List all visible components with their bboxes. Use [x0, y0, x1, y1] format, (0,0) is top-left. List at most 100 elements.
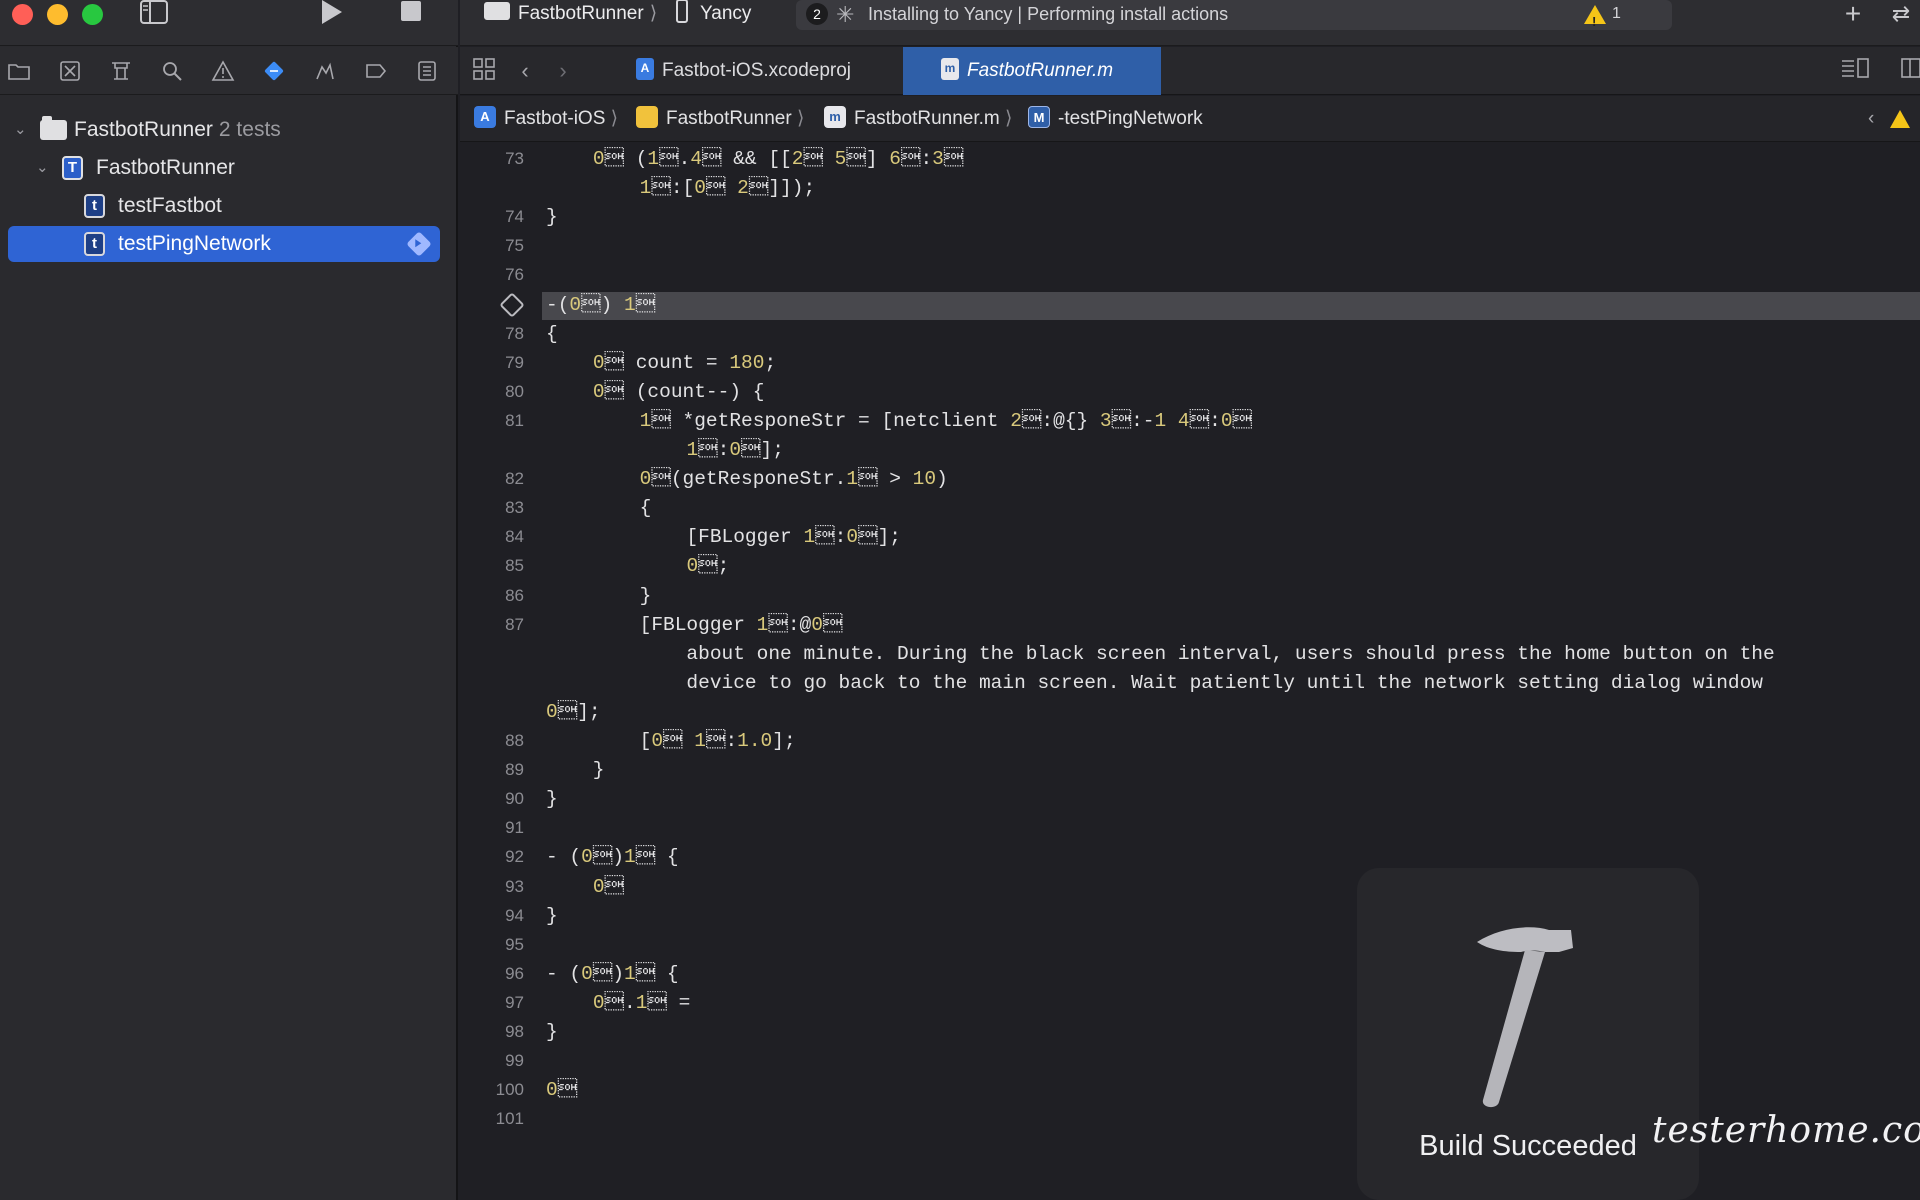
code-line[interactable]: } — [546, 905, 558, 927]
source-control-navigator-icon[interactable] — [55, 57, 85, 85]
folder-icon — [484, 1, 510, 20]
chevron-down-icon[interactable]: ⌄ — [14, 112, 27, 148]
tree-item-test-method[interactable]: t testFastbot — [8, 188, 440, 224]
debug-navigator-icon[interactable] — [310, 57, 340, 85]
code-line[interactable]: 1:0]; — [546, 439, 784, 461]
run-test-icon[interactable] — [406, 231, 432, 257]
related-items-icon[interactable] — [470, 57, 498, 88]
code-line[interactable]: 0]; — [546, 701, 601, 723]
previous-issue-icon[interactable]: ‹ — [1868, 96, 1874, 142]
breadcrumb-label: FastbotRunner.m — [854, 108, 1000, 129]
navigator-sidebar: ⌄ FastbotRunner 2 tests ⌄ T FastbotRunner… — [0, 0, 458, 1200]
line-number: 95 — [505, 934, 524, 954]
code-line[interactable]: about one minute. During the black scree… — [546, 643, 1774, 665]
code-line[interactable]: } — [546, 759, 605, 781]
code-review-icon[interactable]: ⇄ — [1884, 0, 1918, 28]
minimize-window-button[interactable] — [47, 4, 68, 25]
zoom-window-button[interactable] — [82, 4, 103, 25]
code-line[interactable]: } — [546, 788, 558, 810]
line-number: 88 — [505, 731, 524, 750]
code-line[interactable]: 1 *getResponeStr = [netclient 2:@{} 3… — [546, 410, 1252, 432]
scheme-selector[interactable]: FastbotRunner ⟩ — [484, 0, 657, 30]
line-number: 100 — [495, 1080, 524, 1100]
code-line[interactable]: } — [546, 206, 558, 228]
editor-options-icon[interactable] — [1838, 57, 1872, 86]
close-window-button[interactable] — [12, 4, 33, 25]
line-number: 75 — [505, 236, 524, 256]
code-line[interactable]: - (0)1 { — [546, 963, 679, 985]
warning-icon[interactable] — [1890, 96, 1910, 142]
code-line[interactable]: { — [546, 497, 652, 519]
add-icon[interactable]: + — [1838, 0, 1868, 28]
navigator-selector-bar — [0, 47, 458, 95]
code-line[interactable]: 0 — [546, 1079, 577, 1101]
breadcrumb-method[interactable]: M -testPingNetwork — [1028, 96, 1203, 142]
code-line[interactable]: [FBLogger 1:@0 — [546, 614, 843, 636]
code-line[interactable]: 0; — [546, 555, 729, 577]
tab-label: FastbotRunner.m — [967, 60, 1114, 81]
breadcrumb-project[interactable]: A Fastbot-iOS ⟩ — [474, 96, 618, 142]
breadcrumb-label: FastbotRunner — [666, 108, 792, 129]
tab-fastbotrunner-m[interactable]: m FastbotRunner.m — [903, 47, 1161, 95]
activity-viewer[interactable]: 2 ✳ Installing to Yancy | Performing ins… — [796, 0, 1672, 30]
watermark: testerhome.com — [1652, 1110, 1920, 1151]
m-file-icon: m — [941, 57, 959, 80]
window-titlebar-left — [0, 0, 458, 46]
source-editor[interactable]: 73 0 (1.4 && [[2 5] 6:3 1:[0 2… — [460, 148, 1920, 1200]
code-line[interactable]: -(0) 1 — [546, 294, 655, 316]
tree-item-test-class[interactable]: ⌄ T FastbotRunner — [8, 150, 440, 186]
find-navigator-icon[interactable] — [157, 57, 187, 85]
hammer-icon — [1477, 927, 1573, 1108]
code-line[interactable]: device to go back to the main screen. Wa… — [546, 672, 1763, 694]
issue-navigator-icon[interactable] — [208, 57, 238, 85]
code-line[interactable]: 0 (count--) { — [546, 381, 765, 403]
report-navigator-icon[interactable] — [412, 57, 442, 85]
folder-icon — [40, 116, 67, 140]
code-line[interactable]: - (0)1 { — [546, 846, 679, 868]
breadcrumb-file[interactable]: m FastbotRunner.m ⟩ — [824, 96, 1012, 142]
symbol-navigator-icon[interactable] — [106, 57, 136, 85]
forward-icon[interactable]: › — [552, 57, 574, 85]
test-diamond-icon[interactable] — [499, 291, 525, 318]
back-icon[interactable]: ‹ — [514, 57, 536, 85]
code-line[interactable]: 0 — [546, 876, 624, 898]
line-number: 80 — [505, 381, 524, 401]
line-number: 87 — [505, 614, 524, 634]
code-line[interactable]: 0 count = 180; — [546, 352, 776, 374]
code-line[interactable]: [FBLogger 1:0]; — [546, 526, 901, 548]
breakpoint-navigator-icon[interactable] — [361, 57, 391, 85]
line-number: 79 — [505, 352, 524, 372]
tab-xcodeproj[interactable]: A Fastbot-iOS.xcodeproj — [636, 47, 851, 95]
chevron-down-icon[interactable]: ⌄ — [36, 150, 49, 186]
device-name: Yancy — [700, 3, 752, 24]
code-line[interactable]: 0.1 = — [546, 992, 691, 1014]
editor-tab-bar: ‹ › A Fastbot-iOS.xcodeproj m FastbotRunne… — [460, 47, 1920, 95]
test-class-icon: T — [62, 156, 83, 180]
code-line[interactable]: } — [546, 585, 652, 607]
destination-selector[interactable]: Yancy — [676, 0, 751, 30]
test-navigator-icon[interactable] — [259, 57, 289, 85]
run-button[interactable] — [316, 0, 346, 33]
code-line[interactable]: 1:[0 2]]); — [546, 177, 816, 199]
code-line[interactable]: } — [546, 1021, 558, 1043]
tree-item-test-method-selected[interactable]: t testPingNetwork — [8, 226, 440, 262]
split-editor-icon[interactable] — [1900, 57, 1920, 86]
line-number: 81 — [505, 410, 524, 430]
code-line[interactable]: [0 1:1.0]; — [546, 730, 796, 752]
tree-item-test-bundle[interactable]: ⌄ FastbotRunner 2 tests — [8, 112, 440, 148]
line-number: 98 — [505, 1022, 524, 1041]
line-number: 85 — [505, 556, 524, 576]
toggle-navigator-icon[interactable] — [138, 0, 170, 32]
code-line[interactable]: 0(getResponeStr.1 > 10) — [546, 468, 948, 490]
method-icon: M — [1028, 105, 1050, 128]
line-number: 90 — [505, 789, 524, 809]
code-line[interactable]: { — [546, 323, 558, 345]
code-line[interactable]: 0 (1.4 && [[2 5] 6:3 — [546, 148, 964, 170]
breadcrumb-group[interactable]: FastbotRunner ⟩ — [636, 96, 804, 142]
window-toolbar: FastbotRunner ⟩ Yancy 2 ✳ Installing to Y… — [460, 0, 1920, 46]
stop-button[interactable] — [398, 0, 424, 29]
project-navigator-icon[interactable] — [4, 57, 34, 85]
activity-count: 2 — [806, 3, 828, 25]
tree-item-label: testPingNetwork — [118, 232, 271, 255]
breadcrumb-label: Fastbot-iOS — [504, 108, 606, 129]
